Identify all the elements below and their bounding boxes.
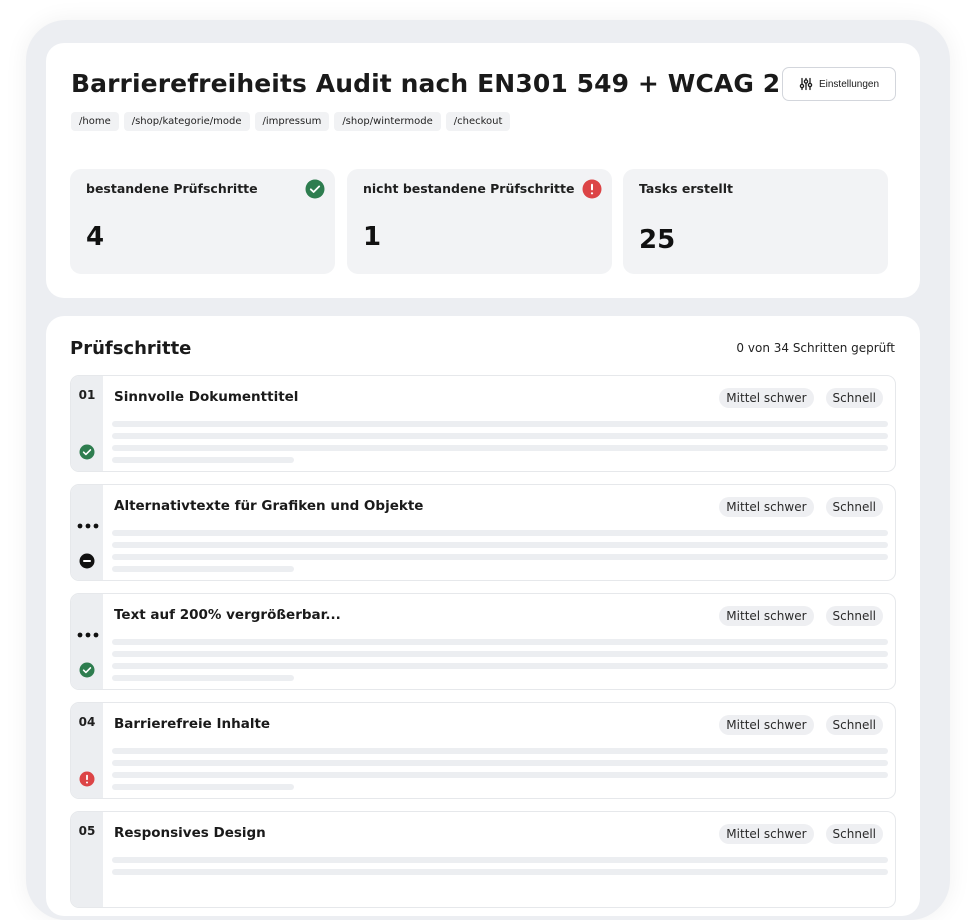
skeleton-line — [112, 566, 294, 572]
skeleton-line — [112, 772, 888, 778]
loading-dots-icon — [77, 632, 99, 638]
skeleton-line — [112, 663, 888, 669]
skeleton-line — [112, 421, 888, 427]
stat-tasks: Tasks erstellt 25 — [623, 169, 888, 274]
skeleton-line — [112, 542, 888, 548]
minus-circle-icon — [79, 553, 95, 569]
speed-tag: Schnell — [825, 824, 883, 844]
skeleton-line — [112, 445, 888, 451]
sliders-icon — [799, 77, 813, 91]
stat-label: Tasks erstellt — [639, 181, 733, 196]
page-list: /home /shop/kategorie/mode /impressum /s… — [71, 112, 511, 131]
difficulty-tag: Mittel schwer — [719, 388, 814, 408]
skeleton-line — [112, 651, 888, 657]
check-circle-icon — [305, 179, 325, 199]
step-title: Alternativtexte für Grafiken und Objekte — [114, 498, 424, 514]
step-title: Barrierefreie Inhalte — [114, 716, 271, 732]
step-tags: Mittel schwer Schnell — [719, 388, 883, 408]
step-tags: Mittel schwer Schnell — [719, 824, 883, 844]
speed-tag: Schnell — [825, 497, 883, 517]
step-item[interactable]: 04 Barrierefreie Inhalte Mittel schwer S… — [70, 702, 896, 799]
speed-tag: Schnell — [825, 715, 883, 735]
stat-label: bestandene Prüfschritte — [86, 181, 258, 196]
step-number: 04 — [78, 715, 96, 729]
check-circle-icon — [79, 662, 95, 678]
difficulty-tag: Mittel schwer — [719, 824, 814, 844]
step-title: Responsives Design — [114, 825, 266, 841]
skeleton-line — [112, 675, 294, 681]
page-tag[interactable]: /impressum — [254, 112, 330, 131]
alert-circle-icon — [79, 771, 95, 787]
skeleton-line — [112, 857, 888, 863]
step-item[interactable]: Text auf 200% vergrößerbar... Mittel sch… — [70, 593, 896, 690]
check-circle-icon — [79, 444, 95, 460]
loading-dots-icon — [77, 523, 99, 529]
page-tag[interactable]: /home — [71, 112, 119, 131]
difficulty-tag: Mittel schwer — [719, 497, 814, 517]
skeleton-line — [112, 530, 888, 536]
step-number: 01 — [78, 388, 96, 402]
skeleton-line — [112, 748, 888, 754]
skeleton-line — [112, 784, 294, 790]
settings-button[interactable]: Einstellungen — [782, 67, 896, 101]
stat-value: 4 — [86, 222, 105, 252]
steps-progress: 0 von 34 Schritten geprüft — [736, 341, 895, 355]
difficulty-tag: Mittel schwer — [719, 606, 814, 626]
step-item[interactable]: Alternativtexte für Grafiken und Objekte… — [70, 484, 896, 581]
stat-label: nicht bestandene Prüfschritte — [363, 181, 575, 196]
stat-value: 25 — [639, 225, 676, 255]
step-tags: Mittel schwer Schnell — [719, 497, 883, 517]
skeleton-line — [112, 639, 888, 645]
speed-tag: Schnell — [825, 388, 883, 408]
step-title: Text auf 200% vergrößerbar... — [114, 607, 341, 623]
skeleton-line — [112, 554, 888, 560]
steps-card: Prüfschritte 0 von 34 Schritten geprüft … — [46, 316, 920, 916]
step-item[interactable]: 05 Responsives Design Mittel schwer Schn… — [70, 811, 896, 908]
page-tag[interactable]: /shop/kategorie/mode — [123, 112, 250, 131]
audit-header-card: Barrierefreiheits Audit nach EN301 549 +… — [46, 43, 920, 298]
skeleton-line — [112, 433, 888, 439]
stat-passed: bestandene Prüfschritte 4 — [70, 169, 335, 274]
step-number: 05 — [78, 824, 96, 838]
page-title: Barrierefreiheits Audit nach EN301 549 +… — [71, 69, 808, 98]
step-tags: Mittel schwer Schnell — [719, 606, 883, 626]
stat-value: 1 — [363, 222, 382, 252]
settings-label: Einstellungen — [818, 78, 880, 90]
page-tag[interactable]: /shop/wintermode — [334, 112, 441, 131]
skeleton-line — [112, 457, 294, 463]
skeleton-line — [112, 760, 888, 766]
difficulty-tag: Mittel schwer — [719, 715, 814, 735]
step-item[interactable]: 01 Sinnvolle Dokumenttitel Mittel schwer… — [70, 375, 896, 472]
speed-tag: Schnell — [825, 606, 883, 626]
step-title: Sinnvolle Dokumenttitel — [114, 389, 299, 405]
alert-circle-icon — [582, 179, 602, 199]
section-title: Prüfschritte — [70, 338, 192, 359]
page-tag[interactable]: /checkout — [445, 112, 511, 131]
stat-failed: nicht bestandene Prüfschritte 1 — [347, 169, 612, 274]
step-tags: Mittel schwer Schnell — [719, 715, 883, 735]
